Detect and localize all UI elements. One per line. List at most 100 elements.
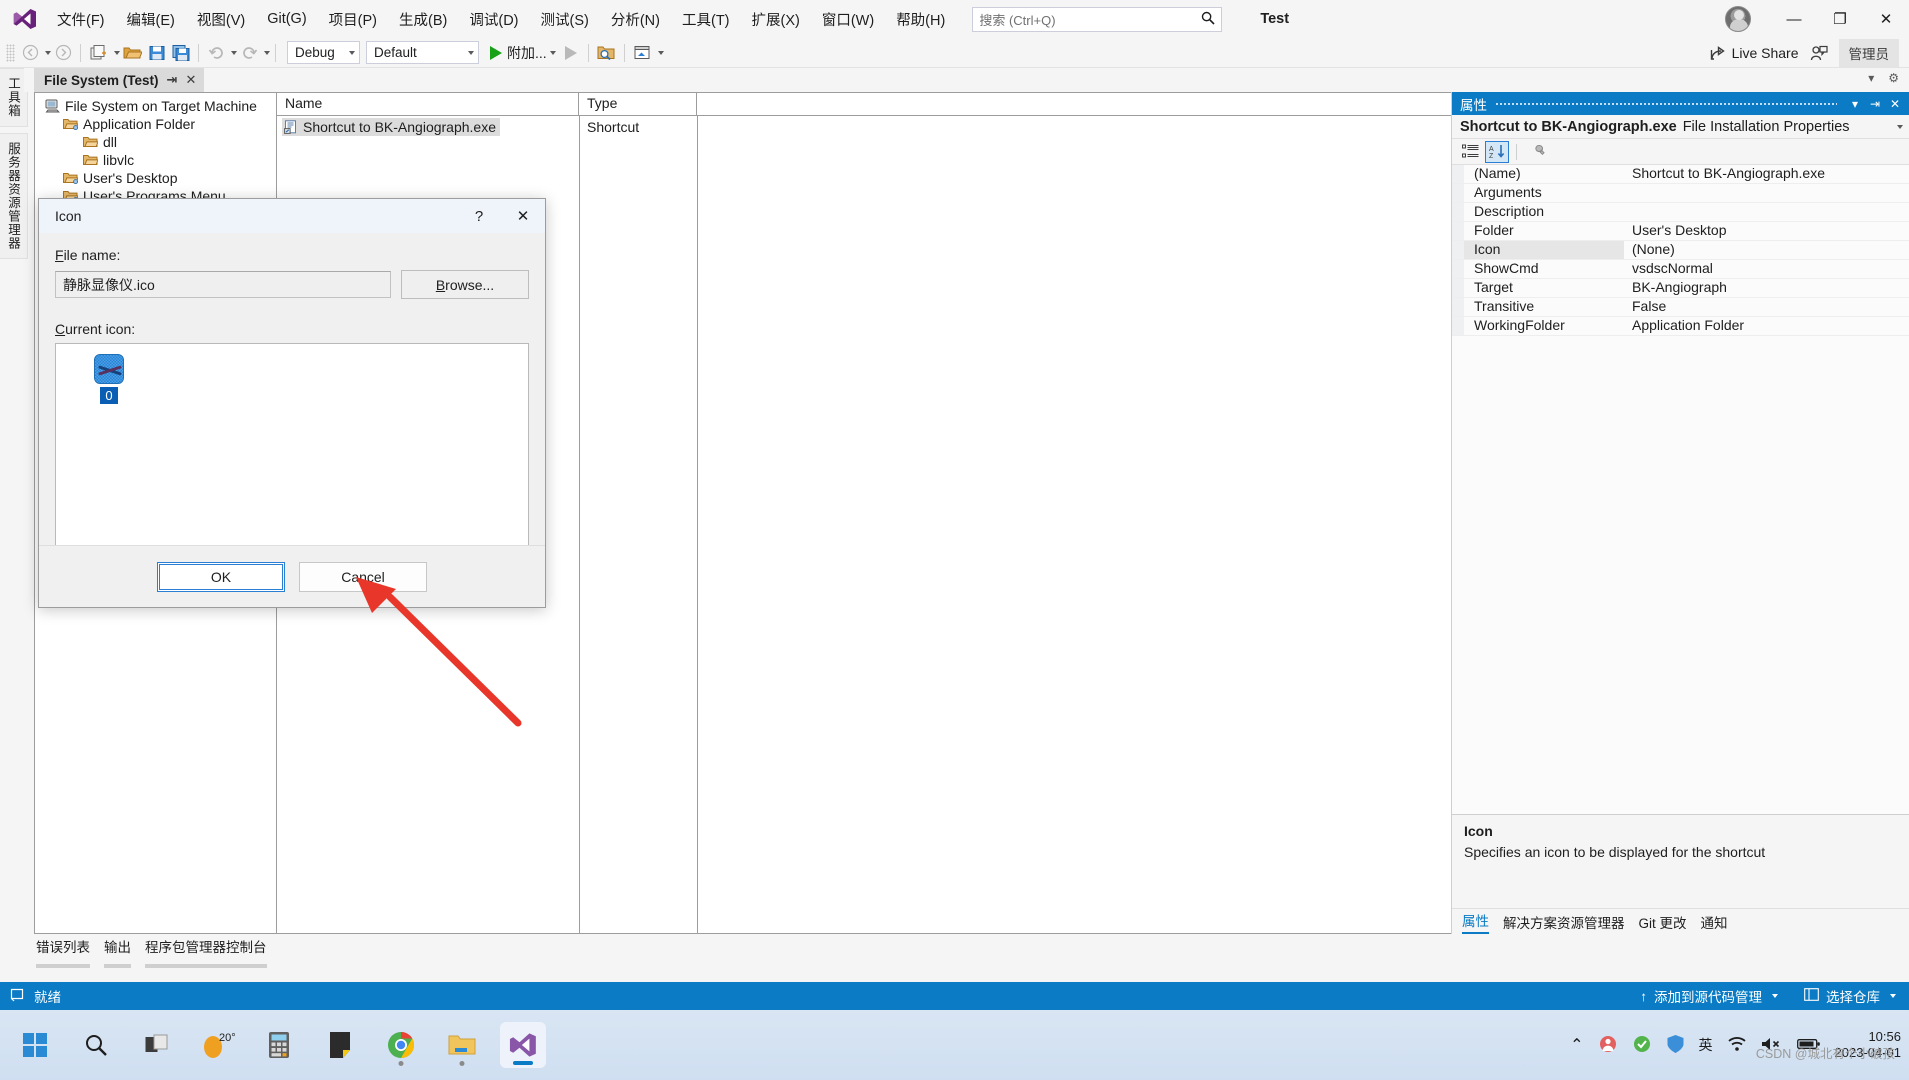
tree-node-target-machine[interactable]: File System on Target Machine [39,97,276,115]
ok-button[interactable]: OK [157,561,285,592]
solution-platform-combo[interactable]: Default [366,41,479,64]
bottom-tab-output[interactable]: 输出 [104,934,131,968]
sticky-notes-icon[interactable] [317,1022,363,1068]
properties-object-selector[interactable]: Shortcut to BK-Angiograph.exe File Insta… [1452,115,1909,139]
property-row-description[interactable]: Description [1452,203,1909,222]
redo-button[interactable] [237,41,261,65]
property-row-workingfolder[interactable]: WorkingFolder Application Folder [1452,317,1909,336]
menu-project[interactable]: 项目(P) [318,3,388,36]
search-input[interactable]: 搜索 (Ctrl+Q) [972,6,1223,32]
start-debug-button[interactable]: 附加... [487,41,559,65]
property-value-2[interactable] [1624,184,1909,202]
solution-explorer-button[interactable] [630,41,655,65]
ime-language-indicator[interactable]: 英 [1699,1035,1713,1055]
new-project-button[interactable] [86,41,111,65]
tray-app-icon-1[interactable] [1598,1034,1618,1057]
pin-icon[interactable]: ⇥ [167,72,178,88]
alphabetical-view-button[interactable]: AZ [1485,140,1509,163]
property-value-3[interactable] [1624,203,1909,221]
chevron-down-icon-properties[interactable] [1897,124,1903,129]
select-repository-button[interactable]: 选择仓库 [1791,982,1909,1010]
dialog-close-button[interactable]: ✕ [501,199,545,233]
wifi-icon[interactable] [1727,1036,1747,1055]
menu-git[interactable]: Git(G) [256,5,317,33]
undo-button[interactable] [204,41,228,65]
tab-git-changes[interactable]: Git 更改 [1639,912,1687,932]
property-value-8[interactable]: False [1624,298,1909,316]
tray-chevron-icon[interactable]: ⌃ [1570,1035,1583,1055]
tree-node-dll[interactable]: dll [39,133,276,151]
menu-file[interactable]: 文件(F) [46,3,116,36]
property-pages-button[interactable] [1524,141,1548,163]
bottom-tab-error-list[interactable]: 错误列表 [36,934,90,968]
menu-test[interactable]: 测试(S) [530,3,600,36]
weather-icon[interactable]: 20° [195,1022,241,1068]
property-value-4[interactable]: User's Desktop [1624,222,1909,240]
avatar[interactable] [1725,6,1751,32]
feedback-button[interactable] [1807,41,1831,65]
menu-edit[interactable]: 编辑(E) [116,3,186,36]
property-row-name[interactable]: (Name) Shortcut to BK-Angiograph.exe [1452,165,1909,184]
property-value-6[interactable]: vsdscNormal [1624,260,1909,278]
menu-help[interactable]: 帮助(H) [885,3,956,36]
menu-build[interactable]: 生成(B) [388,3,458,36]
navigate-back-button[interactable] [18,41,42,65]
column-header-name[interactable]: Name [277,93,579,115]
properties-dropdown-icon[interactable]: ▾ [1845,92,1865,115]
maximize-button[interactable]: ❐ [1817,0,1863,38]
icon-list-item[interactable]: 0 [86,354,132,404]
solution-configuration-combo[interactable]: Debug [287,41,360,64]
live-share-button[interactable]: Live Share [1710,45,1799,61]
find-in-files-button[interactable] [594,41,619,65]
toolbar-grip[interactable] [6,43,15,62]
close-button[interactable]: ✕ [1863,0,1909,38]
menu-view[interactable]: 视图(V) [186,3,256,36]
browse-button[interactable]: Browse... [401,270,529,299]
tray-shield-icon[interactable] [1666,1034,1685,1057]
save-button[interactable] [145,41,169,65]
property-value-9[interactable]: Application Folder [1624,317,1909,335]
start-without-debug-button[interactable] [559,41,583,65]
property-row-target[interactable]: Target BK-Angiograph [1452,279,1909,298]
document-tab-file-system[interactable]: File System (Test) ⇥ ✕ [34,68,205,92]
redo-caret-icon[interactable] [264,50,270,55]
tab-properties[interactable]: 属性 [1462,910,1489,934]
tree-node-users-desktop[interactable]: User's Desktop [39,169,276,187]
search-taskbar-icon[interactable] [73,1022,119,1068]
property-value-7[interactable]: BK-Angiograph [1624,279,1909,297]
tray-app-icon-2[interactable] [1632,1034,1652,1057]
menu-debug[interactable]: 调试(D) [458,3,529,36]
column-header-type[interactable]: Type [579,93,697,115]
menu-tools[interactable]: 工具(T) [671,3,741,36]
property-value-5[interactable]: (None) [1624,241,1909,259]
property-row-transitive[interactable]: Transitive False [1452,298,1909,317]
properties-pin-icon[interactable]: ⇥ [1865,92,1885,115]
add-to-source-control-button[interactable]: ↑ 添加到源代码管理 [1627,982,1791,1010]
tree-node-application-folder[interactable]: Application Folder [39,115,276,133]
property-row-icon[interactable]: Icon (None) [1452,241,1909,260]
menu-analyze[interactable]: 分析(N) [600,3,671,36]
navigate-forward-button[interactable] [51,41,75,65]
file-name-input[interactable]: 静脉显像仪.ico [55,271,391,298]
menu-extensions[interactable]: 扩展(X) [741,3,811,36]
properties-close-icon[interactable]: ✕ [1885,92,1905,115]
start-button-icon[interactable] [12,1022,58,1068]
visual-studio-taskbar-icon[interactable] [500,1022,546,1068]
bottom-tab-package-manager-console[interactable]: 程序包管理器控制台 [145,934,267,968]
menu-window[interactable]: 窗口(W) [811,3,885,36]
toolbar-overflow-icon[interactable] [657,50,664,55]
close-icon[interactable]: ✕ [185,72,196,88]
property-row-showcmd[interactable]: ShowCmd vsdscNormal [1452,260,1909,279]
calculator-icon[interactable] [256,1022,302,1068]
tree-node-libvlc[interactable]: libvlc [39,151,276,169]
property-row-folder[interactable]: Folder User's Desktop [1452,222,1909,241]
cancel-button[interactable]: Cancel [299,561,427,592]
dialog-help-button[interactable]: ? [457,199,501,233]
categorized-view-button[interactable] [1458,141,1482,163]
open-file-button[interactable] [120,41,145,65]
task-view-icon[interactable] [134,1022,180,1068]
properties-drag-dots[interactable] [1495,92,1837,115]
document-overflow-icon[interactable]: ▾ [1868,71,1874,85]
property-row-arguments[interactable]: Arguments [1452,184,1909,203]
chrome-icon[interactable] [378,1022,424,1068]
